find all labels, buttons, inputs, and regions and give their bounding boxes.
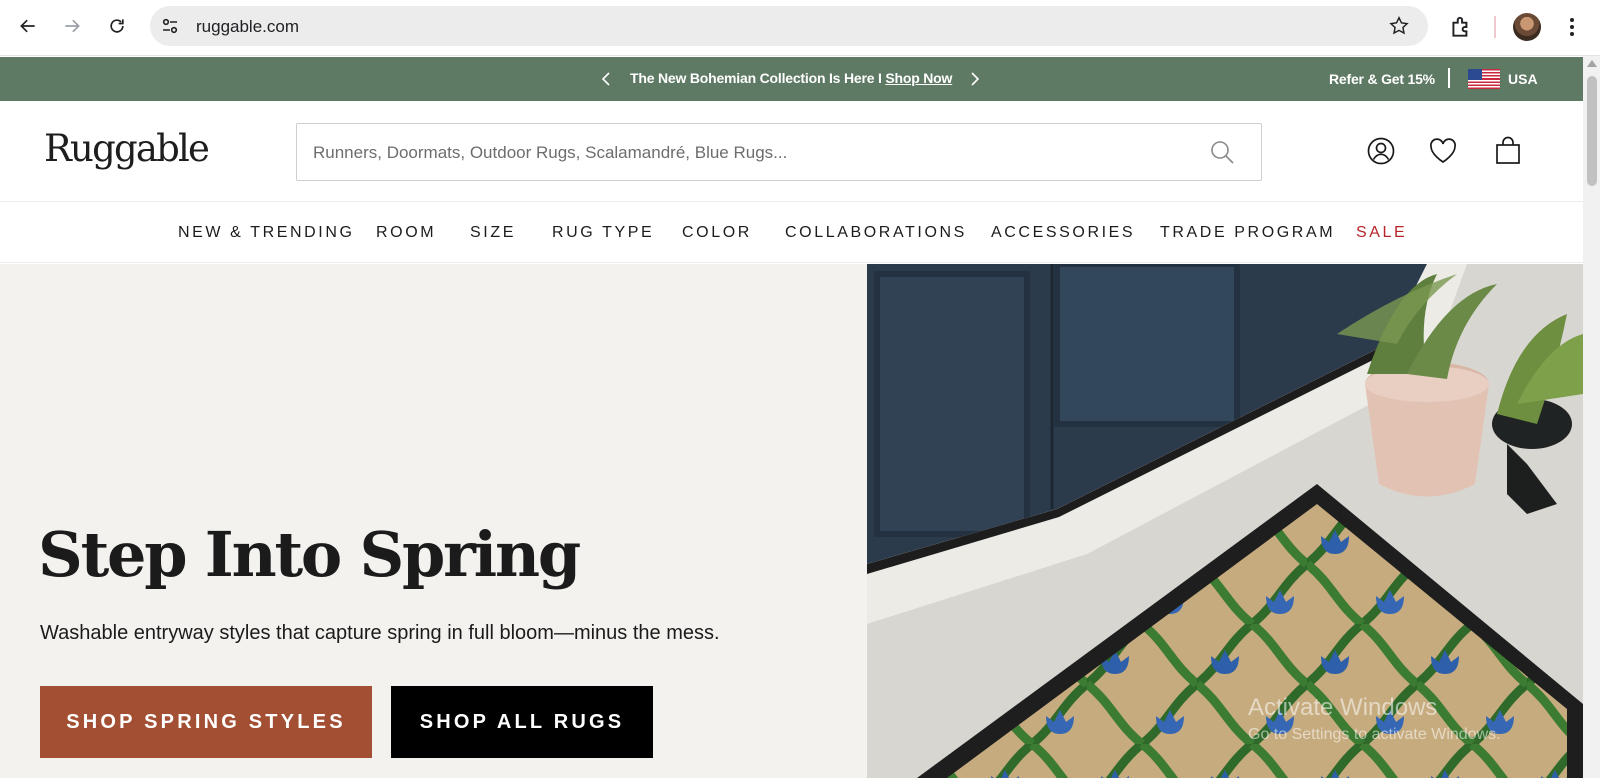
shop-all-rugs-button[interactable]: SHOP ALL RUGS	[391, 686, 653, 758]
country-selector[interactable]: USA	[1508, 71, 1538, 87]
announcement-text: The New Bohemian Collection Is Here I	[630, 70, 886, 86]
nav-size[interactable]: SIZE	[470, 224, 516, 242]
profile-avatar[interactable]	[1513, 13, 1541, 41]
forward-arrow-icon	[65, 19, 80, 33]
windows-activation-watermark: Activate Windows Go to Settings to activ…	[1248, 694, 1501, 743]
hero-text-panel: Step Into Spring Washable entryway style…	[0, 264, 867, 778]
browser-toolbar: ruggable.com	[0, 0, 1600, 56]
forward-button[interactable]	[56, 10, 88, 42]
nav-trade-program[interactable]: TRADE PROGRAM	[1160, 224, 1335, 242]
url-text[interactable]: ruggable.com	[196, 17, 299, 37]
us-flag-icon[interactable]	[1468, 69, 1500, 89]
nav-rug-type[interactable]: RUG TYPE	[552, 224, 654, 242]
search-box[interactable]	[296, 123, 1262, 181]
site-header: Ruggable	[0, 101, 1583, 201]
bookmark-star-icon[interactable]	[1388, 15, 1410, 37]
hero-title: Step Into Spring	[38, 518, 581, 591]
refer-link[interactable]: Refer & Get 15%	[1329, 71, 1435, 87]
announcement-message: The New Bohemian Collection Is Here I Sh…	[630, 70, 952, 86]
back-button[interactable]	[12, 10, 44, 42]
chevron-left-icon[interactable]	[597, 69, 617, 89]
shop-now-link[interactable]: Shop Now	[885, 70, 952, 86]
address-bar[interactable]: ruggable.com	[150, 6, 1428, 46]
page-scrollbar[interactable]	[1583, 56, 1600, 778]
chevron-right-icon[interactable]	[964, 69, 984, 89]
main-navigation: NEW & TRENDING ROOM SIZE RUG TYPE COLOR …	[0, 201, 1583, 263]
nav-accessories[interactable]: ACCESSORIES	[991, 224, 1135, 242]
watermark-subtitle: Go to Settings to activate Windows.	[1248, 726, 1501, 743]
extensions-icon[interactable]	[1448, 14, 1474, 40]
shop-spring-styles-button[interactable]: SHOP SPRING STYLES	[40, 686, 372, 758]
site-settings-icon[interactable]	[160, 16, 180, 36]
toolbar-divider	[1494, 16, 1496, 38]
nav-color[interactable]: COLOR	[682, 224, 752, 242]
reload-icon	[110, 19, 124, 33]
hero-subtitle: Washable entryway styles that capture sp…	[40, 622, 720, 644]
announcement-bar: The New Bohemian Collection Is Here I Sh…	[0, 57, 1583, 101]
nav-room[interactable]: ROOM	[376, 224, 436, 242]
ruggable-logo[interactable]: Ruggable	[44, 127, 210, 170]
shopping-bag-icon[interactable]	[1493, 136, 1523, 166]
more-menu-icon[interactable]	[1560, 14, 1584, 40]
search-icon[interactable]	[1209, 139, 1235, 165]
nav-sale[interactable]: SALE	[1356, 224, 1407, 242]
scrollbar-thumb[interactable]	[1587, 76, 1597, 186]
search-input[interactable]	[313, 140, 1193, 166]
account-icon[interactable]	[1366, 136, 1396, 166]
nav-new-trending[interactable]: NEW & TRENDING	[178, 224, 355, 242]
reload-button[interactable]	[101, 10, 133, 42]
back-arrow-icon	[20, 19, 35, 33]
announcement-divider	[1448, 68, 1450, 88]
wishlist-heart-icon[interactable]	[1428, 136, 1458, 166]
hero-image[interactable]	[867, 264, 1583, 778]
watermark-title: Activate Windows	[1248, 694, 1438, 721]
nav-collaborations[interactable]: COLLABORATIONS	[785, 224, 967, 242]
scroll-up-arrow-icon[interactable]	[1587, 60, 1597, 67]
